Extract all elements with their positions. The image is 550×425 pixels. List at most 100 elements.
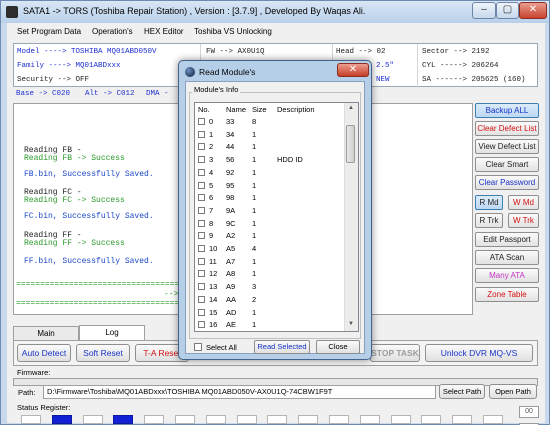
minimize-button[interactable]: –: [472, 2, 496, 19]
tab-main[interactable]: Main: [13, 326, 79, 340]
dialog-close-button[interactable]: ✕: [337, 63, 369, 77]
menu-hex-editor[interactable]: HEX Editor: [144, 27, 184, 36]
module-checkbox[interactable]: [198, 308, 205, 316]
clear-defect-list-button[interactable]: Clear Defect List: [475, 121, 539, 136]
log-line: Reading FF -> Success: [24, 239, 125, 248]
module-checkbox[interactable]: [198, 321, 205, 329]
module-size: 1: [252, 231, 257, 241]
module-row[interactable]: 9 A2 1: [195, 230, 345, 242]
view-defect-list-button[interactable]: View Defect List: [475, 139, 539, 154]
module-no: 8: [209, 218, 214, 228]
path-field[interactable]: D:\Firmware\Toshiba\MQ01ABDxxx\TOSHIBA M…: [43, 385, 436, 399]
modules-list[interactable]: No. Name Size Description 0 33 8 1 34 1 2 44 1 3 5…: [194, 102, 359, 332]
w-md-button[interactable]: W Md: [508, 195, 539, 210]
soft-reset-button[interactable]: Soft Reset: [76, 344, 130, 362]
module-checkbox[interactable]: [198, 156, 205, 164]
module-checkbox[interactable]: [198, 283, 205, 291]
select-all-checkbox[interactable]: [194, 343, 202, 351]
module-size: 2: [252, 294, 257, 304]
security-info: Security --> OFF: [17, 76, 90, 84]
module-size: 1: [252, 155, 257, 165]
module-no: 9: [209, 231, 214, 241]
module-no: 0: [209, 117, 214, 126]
module-checkbox[interactable]: [198, 295, 205, 303]
module-row[interactable]: 3 56 1 HDD ID: [195, 154, 345, 166]
scroll-down-icon[interactable]: ▼: [347, 321, 355, 329]
column-header-name[interactable]: Name: [226, 105, 246, 114]
module-checkbox[interactable]: [198, 130, 205, 138]
module-row[interactable]: 1 34 1: [195, 129, 345, 141]
log-line: Reading FC -> Success: [24, 196, 125, 205]
module-name: AA: [226, 294, 237, 304]
module-row[interactable]: 8 9C 1: [195, 218, 345, 230]
module-row[interactable]: 12 A8 1: [195, 268, 345, 280]
module-checkbox[interactable]: [198, 181, 205, 189]
status-led-inf: [359, 415, 380, 424]
module-no: 15: [209, 307, 218, 317]
module-row[interactable]: 0 33 8: [195, 116, 345, 128]
backup-all-button[interactable]: Backup ALL: [475, 103, 539, 118]
column-header-size[interactable]: Size: [252, 105, 267, 114]
module-checkbox[interactable]: [198, 219, 205, 227]
modules-group-label: Module's Info: [192, 85, 241, 94]
r-trk-button[interactable]: R Trk: [475, 213, 503, 228]
module-checkbox[interactable]: [198, 257, 205, 265]
module-name: 9C: [226, 218, 236, 228]
module-checkbox[interactable]: [198, 232, 205, 240]
module-row[interactable]: 2 44 1: [195, 141, 345, 153]
module-row[interactable]: 5 95 1: [195, 180, 345, 192]
menu-toshiba-vs-unlocking[interactable]: Toshiba VS Unlocking: [194, 27, 272, 36]
module-row[interactable]: 4 92 1: [195, 167, 345, 179]
status-led-idx: [205, 415, 226, 424]
module-name: AE: [226, 320, 237, 330]
module-no: 1: [209, 129, 214, 139]
module-row[interactable]: 13 A9 3: [195, 281, 345, 293]
auto-detect-button[interactable]: Auto Detect: [17, 344, 71, 362]
dialog-close-action-button[interactable]: Close: [316, 340, 360, 354]
family-info: Family ----> MQ01ABDxxx: [17, 62, 121, 70]
stop-task-button[interactable]: STOP TASK: [370, 344, 420, 362]
module-checkbox[interactable]: [198, 118, 205, 125]
w-trk-button[interactable]: W Trk: [508, 213, 539, 228]
menu-operations[interactable]: Operation's: [92, 27, 133, 36]
module-checkbox[interactable]: [198, 143, 205, 151]
maximize-button[interactable]: ▢: [496, 2, 519, 19]
module-row[interactable]: 7 9A 1: [195, 205, 345, 217]
module-size: 1: [252, 193, 257, 203]
module-checkbox[interactable]: [198, 194, 205, 202]
read-selected-button[interactable]: Read Selected: [254, 340, 310, 354]
module-row[interactable]: 11 A7 1: [195, 256, 345, 268]
scrollbar-thumb[interactable]: [346, 125, 355, 163]
menu-set-program-data[interactable]: Set Program Data: [17, 27, 81, 36]
module-size: 1: [252, 180, 257, 190]
clear-password-button[interactable]: Clear Password: [475, 175, 539, 190]
module-no: 13: [209, 282, 218, 292]
module-size: 4: [252, 244, 257, 253]
close-button[interactable]: ✕: [519, 2, 547, 19]
scroll-up-icon[interactable]: ▲: [347, 105, 355, 113]
module-checkbox[interactable]: [198, 245, 205, 252]
many-ata-button[interactable]: Many ATA: [475, 268, 539, 283]
column-header-description[interactable]: Description: [277, 105, 315, 114]
module-row[interactable]: 16 AE 1: [195, 319, 345, 331]
clear-smart-button[interactable]: Clear Smart: [475, 157, 539, 172]
module-row[interactable]: 10 A5 4: [195, 243, 345, 255]
fw-info: FW --> AX0U1Q: [206, 48, 265, 56]
module-checkbox[interactable]: [198, 168, 205, 176]
module-row[interactable]: 15 AD 1: [195, 307, 345, 319]
ata-scan-button[interactable]: ATA Scan: [475, 250, 539, 265]
zone-table-button[interactable]: Zone Table: [475, 287, 539, 302]
select-path-button[interactable]: Select Path: [439, 384, 485, 399]
module-row[interactable]: 6 98 1: [195, 192, 345, 204]
module-checkbox[interactable]: [198, 206, 205, 214]
tab-log[interactable]: Log: [79, 325, 145, 340]
edit-passport-button[interactable]: Edit Passport: [475, 232, 539, 247]
open-path-button[interactable]: Open Path: [489, 384, 537, 399]
unlock-dvr-button[interactable]: Unlock DVR MQ-VS: [425, 344, 533, 362]
column-header-no[interactable]: No.: [198, 105, 210, 114]
status-led-err: [236, 415, 257, 424]
r-md-button[interactable]: R Md: [475, 195, 503, 210]
module-checkbox[interactable]: [198, 270, 205, 278]
module-row[interactable]: 14 AA 2: [195, 294, 345, 306]
read-modules-dialog: Read Module's ✕ Module's Info No. Name S…: [178, 60, 372, 360]
